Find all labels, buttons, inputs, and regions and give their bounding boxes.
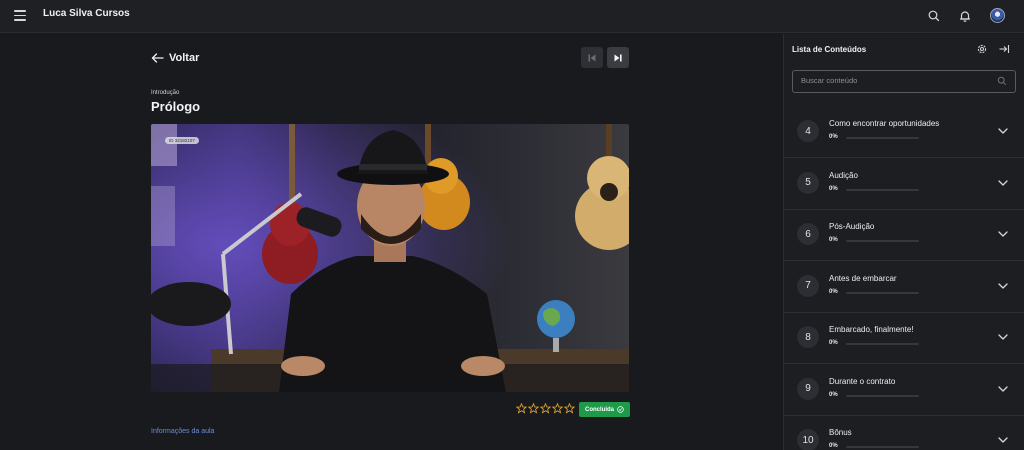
module-title: Bônus: [829, 428, 852, 437]
module-item[interactable]: 6 Pós-Audição 0%: [784, 210, 1024, 261]
chevron-down-icon[interactable]: [998, 436, 1008, 444]
search-icon[interactable]: [997, 76, 1007, 86]
check-circle-icon: [617, 406, 624, 413]
chevron-down-icon[interactable]: [998, 179, 1008, 187]
module-number: 9: [797, 377, 819, 400]
module-item[interactable]: 8 Embarcado, finalmente! 0%: [784, 313, 1024, 364]
module-progress-bar: [846, 446, 919, 448]
chevron-down-icon[interactable]: [998, 127, 1008, 135]
module-title: Embarcado, finalmente!: [829, 325, 914, 334]
module-title: Durante o contrato: [829, 376, 896, 386]
mark-complete-button[interactable]: Concluída: [579, 402, 630, 417]
module-title: Como encontrar oportunidades: [829, 119, 940, 128]
module-progress-bar: [846, 291, 919, 294]
module-progress-label: 0%: [829, 443, 838, 449]
arrow-left-icon: [151, 53, 164, 63]
sidebar-title: Lista de Conteúdos: [792, 45, 867, 54]
chevron-down-icon[interactable]: [998, 282, 1008, 290]
hamburger-icon[interactable]: [14, 10, 26, 21]
star-icon[interactable]: [528, 403, 539, 414]
next-lesson-button[interactable]: [607, 47, 629, 68]
module-item[interactable]: 10 Bônus 0%: [784, 416, 1024, 450]
module-progress-bar: [846, 188, 919, 191]
lesson-info-link[interactable]: Informações da aula: [151, 428, 214, 435]
section-name: Introdução: [151, 90, 180, 96]
module-title: Pós-Audição: [829, 222, 875, 231]
module-progress-label: 0%: [829, 134, 838, 140]
module-progress-bar: [846, 394, 919, 397]
video-id-badge: ID 32182107: [165, 137, 199, 144]
star-icon[interactable]: [540, 403, 551, 414]
back-button[interactable]: Voltar: [151, 52, 199, 64]
module-progress-label: 0%: [829, 237, 838, 243]
lesson-title: Prólogo: [151, 99, 201, 114]
chevron-down-icon[interactable]: [998, 333, 1008, 341]
module-title: Antes de embarcar: [829, 273, 897, 283]
module-number: 7: [797, 274, 819, 297]
module-progress-label: 0%: [829, 185, 838, 192]
module-progress-bar: [846, 137, 919, 139]
module-progress-bar: [846, 343, 919, 345]
gear-icon[interactable]: [976, 43, 988, 55]
module-item[interactable]: 4 Como encontrar oportunidades 0%: [784, 107, 1024, 158]
chevron-down-icon[interactable]: [998, 385, 1008, 393]
module-title: Audição: [829, 170, 858, 180]
star-icon[interactable]: [552, 403, 563, 414]
content-search-input[interactable]: [801, 76, 991, 85]
skip-next-icon: [614, 54, 622, 61]
top-bar: Luca Silva Cursos: [0, 0, 1024, 33]
content-list-sidebar: Lista de Conteúdos 4 Como encontrar oport…: [783, 34, 1024, 450]
module-item[interactable]: 5 Audição 0%: [784, 159, 1024, 210]
complete-label: Concluída: [584, 406, 614, 413]
module-item[interactable]: 7 Antes de embarcar 0%: [784, 262, 1024, 313]
module-number: 5: [797, 171, 819, 194]
brand-name[interactable]: Luca Silva Cursos: [43, 8, 130, 19]
video-frame-illustration: [151, 124, 629, 392]
module-number: 4: [797, 120, 819, 142]
content-search-field[interactable]: [792, 70, 1016, 93]
bell-icon[interactable]: [958, 9, 972, 23]
module-number: 6: [797, 223, 819, 245]
search-icon[interactable]: [927, 9, 941, 23]
previous-lesson-button[interactable]: [581, 47, 603, 68]
lesson-rating[interactable]: [516, 403, 575, 414]
user-avatar[interactable]: [990, 8, 1005, 23]
skip-previous-icon: [588, 54, 596, 61]
module-number: 10: [797, 429, 819, 450]
module-number: 8: [797, 326, 819, 348]
back-label: Voltar: [169, 52, 200, 64]
collapse-sidebar-icon[interactable]: [998, 43, 1010, 55]
video-player[interactable]: ID 32182107: [151, 124, 629, 392]
chevron-down-icon[interactable]: [998, 230, 1008, 238]
star-icon[interactable]: [516, 403, 527, 414]
module-item[interactable]: 9 Durante o contrato 0%: [784, 365, 1024, 416]
lesson-main: Voltar Introdução Prólogo ID 32182107 Co…: [0, 34, 783, 450]
module-progress-label: 0%: [829, 340, 838, 346]
star-icon[interactable]: [564, 403, 575, 414]
module-progress-label: 0%: [829, 391, 838, 398]
module-progress-bar: [846, 240, 919, 242]
module-progress-label: 0%: [829, 288, 838, 295]
